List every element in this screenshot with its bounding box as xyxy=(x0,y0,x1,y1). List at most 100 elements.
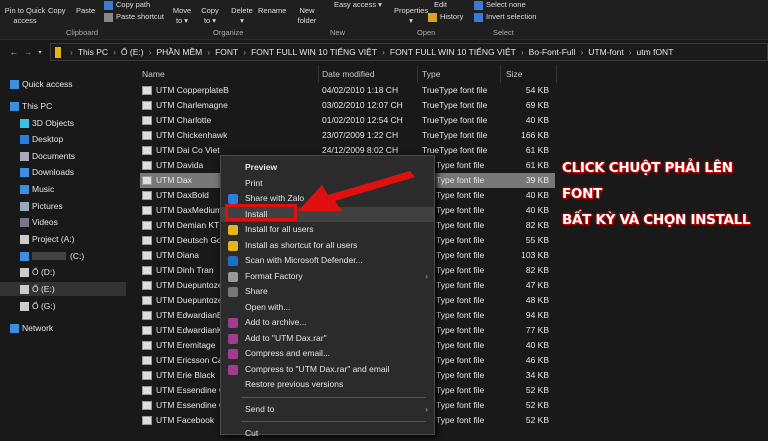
menu-item-add-to-archive[interactable]: Add to archive... xyxy=(221,315,434,330)
breadcrumb-item[interactable]: utm fONT xyxy=(637,47,674,57)
file-row[interactable]: UTM Chickenhawk 23/07/2009 1:22 CH TrueTyp… xyxy=(140,128,555,143)
sidebar-item[interactable]: Network xyxy=(10,321,53,335)
invert-selection-button[interactable]: Invert selection xyxy=(474,12,536,22)
menu-item-restore-previous-versions[interactable]: Restore previous versions xyxy=(221,377,434,392)
menu-item-install-as-shortcut-for-all-users[interactable]: Install as shortcut for all users xyxy=(221,238,434,253)
invert-selection-label: Invert selection xyxy=(486,12,537,21)
font-file-icon xyxy=(142,326,152,335)
column-divider[interactable] xyxy=(417,65,418,83)
sidebar-label: Pictures xyxy=(32,201,63,211)
menu-item-scan-with-microsoft-defender[interactable]: Scan with Microsoft Defender... xyxy=(221,253,434,268)
menu-item-share[interactable]: Share xyxy=(221,284,434,299)
file-row[interactable]: UTM CopperplateB 04/02/2010 1:18 CH TrueTy… xyxy=(140,83,555,98)
menu-item-label: Compress to "UTM Dax.rar" and email xyxy=(245,363,390,374)
column-size[interactable]: Size xyxy=(506,67,523,81)
breadcrumb-item[interactable]: FONT FULL WIN 10 TIẾNG VIỆT xyxy=(390,47,516,57)
column-divider[interactable] xyxy=(318,65,319,83)
file-size: 69 KB xyxy=(525,100,549,110)
sidebar-label: Network xyxy=(22,323,54,333)
sidebar-item[interactable]: Downloads xyxy=(20,165,74,179)
column-type[interactable]: Type xyxy=(422,67,440,81)
font-file-icon xyxy=(142,266,152,275)
menu-item-format-factory[interactable]: Format Factory › xyxy=(221,269,434,284)
menu-item-open-with[interactable]: Open with... xyxy=(221,300,434,315)
file-row[interactable]: UTM Charlotte 01/02/2010 12:54 CH TrueType… xyxy=(140,113,555,128)
edit-button[interactable]: Edit xyxy=(434,0,447,10)
pin-quick-access-button[interactable]: Pin to Quick access xyxy=(4,6,46,26)
breadcrumb-item[interactable]: This PC xyxy=(78,47,108,57)
select-none-button[interactable]: Select none xyxy=(474,0,526,10)
properties-button[interactable]: Properties ▾ xyxy=(394,6,428,26)
breadcrumb-separator[interactable]: › xyxy=(113,47,116,57)
menu-item-label: Open with... xyxy=(245,301,291,312)
copy-to-button[interactable]: Copy to ▾ xyxy=(198,6,222,26)
history-button[interactable]: History xyxy=(428,12,463,22)
recent-dropdown[interactable]: ▾ xyxy=(34,49,46,56)
column-date-modified[interactable]: Date modified xyxy=(322,67,374,81)
sidebar-label: Documents xyxy=(32,151,75,161)
sidebar-item[interactable]: This PC xyxy=(10,99,52,113)
menu-item-compress-and-email[interactable]: Compress and email... xyxy=(221,346,434,361)
paste-button[interactable]: Paste xyxy=(76,6,95,16)
forward-button[interactable]: → xyxy=(22,47,34,57)
address-bar[interactable]: › This PC › Ổ (E:) › PHẦN MỀM › FONT › FONT FULL … xyxy=(50,43,768,61)
sidebar-item[interactable]: Quick access xyxy=(10,77,73,91)
new-folder-button[interactable]: New folder xyxy=(294,6,320,26)
file-size: 82 KB xyxy=(525,220,549,230)
breadcrumb-item[interactable]: Ổ (E:) xyxy=(121,47,144,57)
file-size: 52 KB xyxy=(525,415,549,425)
sidebar-item[interactable]: Pictures xyxy=(20,199,63,213)
breadcrumb-separator[interactable]: › xyxy=(207,47,210,57)
file-size: 52 KB xyxy=(525,385,549,395)
font-file-icon xyxy=(142,206,152,215)
menu-item-compress-to-utm-dax-rar-and-email[interactable]: Compress to "UTM Dax.rar" and email xyxy=(221,362,434,377)
font-file-icon xyxy=(142,251,152,260)
breadcrumb-item[interactable]: FONT xyxy=(215,47,238,57)
menu-item-cut[interactable]: Cut xyxy=(221,426,434,441)
breadcrumb-separator[interactable]: › xyxy=(382,47,385,57)
sidebar-item[interactable]: Videos xyxy=(20,215,58,229)
sidebar-item[interactable]: Ổ (E:) xyxy=(0,282,126,296)
menu-item-label: Share xyxy=(245,286,268,296)
move-to-button[interactable]: Move to ▾ xyxy=(170,6,194,26)
file-size: 166 KB xyxy=(521,130,549,140)
redacted-drive-name xyxy=(32,252,66,260)
back-button[interactable]: ← xyxy=(8,47,20,57)
breadcrumb-separator[interactable]: › xyxy=(149,47,152,57)
sidebar-item[interactable]: Project (A:) xyxy=(20,232,75,246)
menu-item-send-to[interactable]: Send to › xyxy=(221,402,434,417)
sidebar-item[interactable]: Documents xyxy=(20,149,75,163)
paste-shortcut-button[interactable]: Paste shortcut xyxy=(104,12,164,22)
delete-button[interactable]: Delete ▾ xyxy=(230,6,254,26)
sidebar-item[interactable]: (C:) xyxy=(20,249,84,263)
column-name[interactable]: Name xyxy=(142,67,165,81)
sidebar-item[interactable]: Desktop xyxy=(20,132,63,146)
menu-item-add-to-utm-dax-rar[interactable]: Add to "UTM Dax.rar" xyxy=(221,331,434,346)
breadcrumb-item[interactable]: PHẦN MỀM xyxy=(156,47,202,57)
file-type: Type font file xyxy=(436,340,485,350)
sidebar-item[interactable]: Music xyxy=(20,182,54,196)
easy-access-button[interactable]: Easy access ▾ xyxy=(334,0,382,10)
file-type: Type font file xyxy=(436,265,485,275)
breadcrumb-item[interactable]: Bo-Font-Full xyxy=(529,47,576,57)
column-divider[interactable] xyxy=(556,65,557,83)
sidebar-item[interactable]: Ổ (G:) xyxy=(20,299,56,313)
file-size: 55 KB xyxy=(525,235,549,245)
breadcrumb-separator[interactable]: › xyxy=(629,47,632,57)
sidebar-item[interactable]: Ổ (D:) xyxy=(20,265,55,279)
copy-button[interactable]: Copy xyxy=(48,6,66,16)
rename-button[interactable]: Rename xyxy=(258,6,286,16)
sidebar-item[interactable]: 3D Objects xyxy=(20,116,74,130)
breadcrumb-separator[interactable]: › xyxy=(243,47,246,57)
file-type: Type font file xyxy=(436,175,485,185)
breadcrumb-separator[interactable]: › xyxy=(70,47,73,57)
breadcrumb-item[interactable]: FONT FULL WIN 10 TIẾNG VIỆT xyxy=(251,47,377,57)
column-divider[interactable] xyxy=(500,65,501,83)
file-row[interactable]: UTM Charlemagne 03/02/2010 12:07 CH TrueTy… xyxy=(140,98,555,113)
breadcrumb-separator[interactable]: › xyxy=(521,47,524,57)
breadcrumb-separator[interactable]: › xyxy=(580,47,583,57)
menu-item-label: Add to "UTM Dax.rar" xyxy=(245,332,327,343)
menu-item-label: Print xyxy=(245,177,263,188)
breadcrumb-item[interactable]: UTM-font xyxy=(588,47,623,57)
copy-path-button[interactable]: Copy path xyxy=(104,0,150,10)
